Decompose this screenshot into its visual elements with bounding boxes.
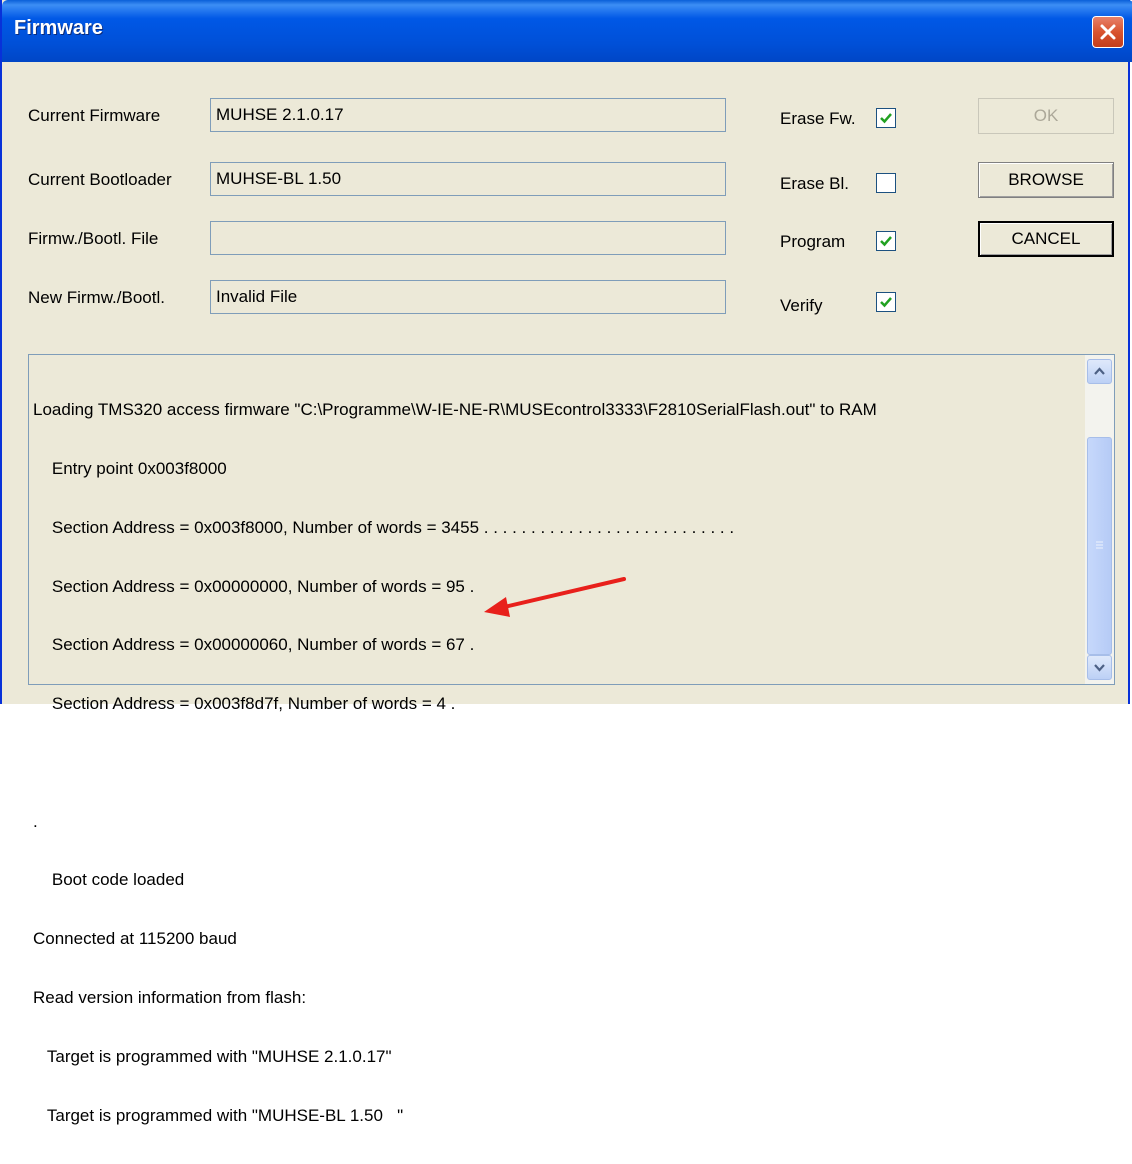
checkmark-icon <box>880 113 892 124</box>
close-icon <box>1100 24 1116 40</box>
ok-button[interactable]: OK <box>978 98 1114 134</box>
scroll-down-button[interactable] <box>1087 655 1112 680</box>
log-line: . <box>33 811 38 831</box>
title-bar[interactable]: Firmware <box>2 0 1132 62</box>
current-firmware-label: Current Firmware <box>28 106 161 125</box>
window-title: Firmware <box>14 17 103 39</box>
checkmark-icon <box>880 236 892 247</box>
new-firmware-field: Invalid File <box>210 280 726 314</box>
firmware-dialog: Firmware Current Firmware MUHSE 2.1.0.17… <box>0 0 1132 1125</box>
log-line: Section Address = 0x00000060, Number of … <box>33 635 475 655</box>
log-line: Loading TMS320 access firmware "C:\Progr… <box>33 400 877 420</box>
log-scrollbar[interactable] <box>1085 355 1114 684</box>
annotation-arrow-icon <box>484 577 626 617</box>
verify-checkbox[interactable] <box>876 292 896 312</box>
grip-icon <box>1096 541 1103 549</box>
close-button[interactable] <box>1092 16 1124 48</box>
chevron-down-icon <box>1094 664 1105 672</box>
current-bootloader-label: Current Bootloader <box>28 170 172 189</box>
program-label: Program <box>780 232 846 251</box>
scroll-up-button[interactable] <box>1087 359 1112 384</box>
current-firmware-field: MUHSE 2.1.0.17 <box>210 98 726 132</box>
log-line: Boot code loaded <box>33 870 185 890</box>
log-line: Target is programmed with "MUHSE 2.1.0.1… <box>33 1046 392 1066</box>
log-output[interactable]: Loading TMS320 access firmware "C:\Progr… <box>28 354 1115 1125</box>
log-lines: Loading TMS320 access firmware "C:\Progr… <box>33 361 877 1164</box>
file-label: Firmw./Bootl. File <box>28 229 159 248</box>
file-field[interactable] <box>210 221 726 255</box>
cancel-button[interactable]: CANCEL <box>978 221 1114 257</box>
verify-label: Verify <box>780 296 823 315</box>
scroll-thumb[interactable] <box>1087 437 1112 655</box>
log-line: Target is programmed with "MUHSE-BL 1.50… <box>33 1105 404 1125</box>
current-bootloader-field: MUHSE-BL 1.50 <box>210 162 726 196</box>
erase-bl-label: Erase Bl. <box>780 174 849 193</box>
log-line: Section Address = 0x003f8000, Number of … <box>33 517 735 537</box>
new-firmware-label: New Firmw./Bootl. <box>28 288 165 307</box>
log-line: Section Address = 0x00000000, Number of … <box>33 576 475 596</box>
log-line: Read version information from flash: <box>33 988 307 1007</box>
erase-bl-checkbox[interactable] <box>876 173 896 193</box>
program-checkbox[interactable] <box>876 231 896 251</box>
browse-button[interactable]: BROWSE <box>978 162 1114 198</box>
log-line: Entry point 0x003f8000 <box>33 458 227 478</box>
log-line: Connected at 115200 baud <box>33 929 237 949</box>
chevron-up-icon <box>1094 367 1105 375</box>
erase-fw-checkbox[interactable] <box>876 108 896 128</box>
erase-fw-label: Erase Fw. <box>780 109 856 128</box>
checkmark-icon <box>880 297 892 308</box>
